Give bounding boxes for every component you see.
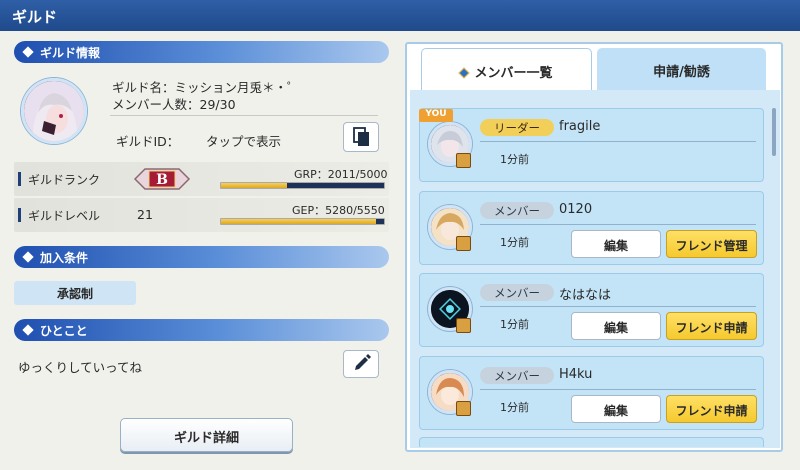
grp-progress-bar bbox=[220, 182, 385, 189]
member-name: なはなは bbox=[559, 288, 612, 303]
edit-member-button[interactable]: 編集 bbox=[571, 312, 661, 340]
member-card[interactable]: メンバー なはなは 1分前 編集 フレンド申請 bbox=[419, 273, 764, 347]
join-condition-badge: 承認制 bbox=[14, 281, 136, 305]
guild-name-label: ギルド名： bbox=[112, 80, 175, 95]
guild-emblem-avatar[interactable] bbox=[21, 78, 87, 144]
pencil-icon bbox=[355, 354, 371, 370]
member-card[interactable]: メンバー H4ku 1分前 編集 フレンド申請 bbox=[419, 356, 764, 430]
guild-level-label: ギルドレベル bbox=[28, 209, 101, 223]
section-header-guild-info: ギルド情報 bbox=[14, 41, 389, 63]
member-card[interactable]: メンバー 0120 1分前 編集 フレンド管理 bbox=[419, 191, 764, 265]
member-list-scrollbar[interactable] bbox=[772, 108, 776, 156]
member-count-label: メンバー人数： bbox=[112, 97, 200, 112]
member-role-badge: メンバー bbox=[480, 284, 554, 301]
guild-comment-text: ゆっくりしていってね bbox=[18, 360, 143, 375]
member-last-login: 1分前 bbox=[500, 236, 529, 249]
edit-member-button[interactable]: 編集 bbox=[571, 230, 661, 258]
level-badge-icon bbox=[456, 153, 471, 168]
divider bbox=[110, 115, 378, 116]
member-name: fragile bbox=[559, 119, 601, 134]
you-tag: YOU bbox=[419, 109, 453, 122]
level-badge-icon bbox=[456, 236, 471, 251]
friend-request-button[interactable]: フレンド申請 bbox=[666, 395, 757, 423]
friend-manage-button[interactable]: フレンド管理 bbox=[666, 230, 757, 258]
edit-member-button[interactable]: 編集 bbox=[571, 395, 661, 423]
member-count-row: メンバー人数：29/30 bbox=[112, 94, 236, 113]
member-role-badge: メンバー bbox=[480, 367, 554, 384]
guild-detail-button[interactable]: ギルド詳細 bbox=[120, 418, 293, 452]
member-count-value: 29/30 bbox=[199, 97, 236, 112]
gep-progress-fill bbox=[221, 219, 377, 224]
member-name: H4ku bbox=[559, 367, 593, 382]
rank-badge-text: B bbox=[156, 172, 168, 188]
member-last-login: 1分前 bbox=[500, 153, 529, 166]
level-badge-icon bbox=[456, 401, 471, 416]
grp-progress-fill bbox=[221, 183, 287, 188]
diamond-icon bbox=[22, 46, 34, 58]
guild-id-reveal[interactable]: タップで表示 bbox=[206, 131, 281, 150]
member-last-login: 1分前 bbox=[500, 318, 529, 331]
member-role-badge: リーダー bbox=[480, 119, 554, 136]
copy-icon bbox=[353, 127, 369, 146]
friend-request-button[interactable]: フレンド申請 bbox=[666, 312, 757, 340]
guild-level-value: 21 bbox=[137, 207, 153, 222]
member-card[interactable]: リーダー fragile 1分前 bbox=[419, 108, 764, 182]
page-title: ギルド bbox=[12, 8, 58, 26]
guild-level-row: ギルドレベル 21 GEP：5280/5550 bbox=[14, 198, 389, 232]
member-last-login: 1分前 bbox=[500, 401, 529, 414]
section-header-join-conditions: 加入条件 bbox=[14, 246, 389, 268]
gep-text: GEP：5280/5550 bbox=[292, 204, 385, 217]
gep-progress-bar bbox=[220, 218, 385, 225]
diamond-icon bbox=[458, 67, 471, 79]
edit-comment-button[interactable] bbox=[343, 350, 379, 378]
copy-id-button[interactable] bbox=[343, 122, 379, 152]
member-card-partial bbox=[419, 437, 764, 447]
top-bar: ギルド bbox=[0, 0, 800, 31]
section-header-comment: ひとこと bbox=[14, 319, 389, 341]
diamond-icon bbox=[22, 324, 34, 336]
tab-applications[interactable]: 申請/勧誘 bbox=[597, 48, 766, 90]
member-name: 0120 bbox=[559, 202, 593, 217]
tab-member-list[interactable]: メンバー一覧 bbox=[421, 48, 592, 90]
diamond-icon bbox=[22, 251, 34, 263]
guild-rank-row: ギルドランク B GRP：2011/5000 bbox=[14, 162, 389, 196]
grp-text: GRP：2011/5000 bbox=[294, 168, 388, 181]
guild-name-value: ミッション月兎＊・゜ bbox=[174, 80, 300, 95]
level-badge-icon bbox=[456, 318, 471, 333]
guild-id-label: ギルドID： bbox=[116, 134, 180, 149]
rank-badge-icon: B bbox=[131, 166, 193, 192]
member-role-badge: メンバー bbox=[480, 202, 554, 219]
guild-rank-label: ギルドランク bbox=[28, 173, 101, 187]
